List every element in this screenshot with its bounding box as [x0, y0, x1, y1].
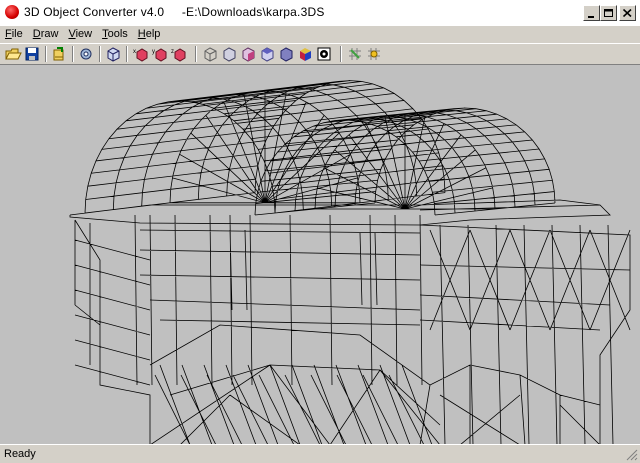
- toolbar-separator: [72, 46, 74, 62]
- import-button[interactable]: [51, 46, 68, 62]
- app-window: 3D Object Converter v4.0 -E:\Downloads\k…: [0, 0, 640, 463]
- save-disk-icon: [25, 47, 39, 61]
- grid-icon: [349, 48, 361, 60]
- title-bar[interactable]: 3D Object Converter v4.0 -E:\Downloads\k…: [0, 0, 640, 27]
- window-title: 3D Object Converter v4.0 -E:\Downloads\k…: [24, 5, 325, 19]
- menu-bar: File Draw View Tools Help: [0, 26, 640, 43]
- 3d-viewport[interactable]: [0, 64, 640, 444]
- top-view-icon: [261, 47, 274, 62]
- menu-tools[interactable]: Tools: [97, 26, 133, 43]
- shaded-view-button[interactable]: [297, 46, 314, 62]
- open-button[interactable]: [5, 46, 22, 62]
- texture-view-icon: [317, 47, 331, 61]
- save-button[interactable]: [24, 46, 41, 62]
- maximize-icon: [603, 8, 613, 17]
- menu-view[interactable]: View: [63, 26, 97, 43]
- minimize-button[interactable]: [583, 5, 600, 21]
- resize-grip-icon[interactable]: [626, 449, 638, 461]
- svg-text:z: z: [171, 49, 174, 55]
- toolbar-separator: [340, 46, 342, 62]
- wireframe-lines: [69, 80, 631, 444]
- side-view-button[interactable]: [240, 46, 257, 62]
- app-logo-icon[interactable]: [5, 5, 19, 19]
- menu-file[interactable]: File: [0, 26, 28, 43]
- settings-gear-icon: [80, 48, 92, 60]
- toolbar-separator: [99, 46, 101, 62]
- svg-text:y: y: [152, 49, 155, 55]
- toolbar-separator: [195, 46, 197, 62]
- status-text: Ready: [4, 448, 36, 460]
- menu-help[interactable]: Help: [133, 26, 166, 43]
- texture-view-button[interactable]: [316, 46, 333, 62]
- wireframe-model: [69, 80, 631, 444]
- select-cube-icon: [107, 47, 120, 62]
- front-view-button[interactable]: [221, 46, 238, 62]
- toolbar-separator: [126, 46, 128, 62]
- solid-view-icon: [280, 47, 293, 62]
- close-button[interactable]: [619, 5, 636, 21]
- import-icon: [53, 47, 64, 61]
- settings-button[interactable]: [78, 46, 95, 62]
- toolbar: x y z: [0, 43, 640, 65]
- shaded-view-icon: [300, 48, 311, 61]
- solid-view-button[interactable]: [278, 46, 295, 62]
- rotate-z-button[interactable]: z: [171, 46, 188, 62]
- minimize-icon: [588, 15, 594, 18]
- rotate-x-icon: x: [133, 48, 148, 62]
- light-icon: [368, 48, 380, 60]
- select-button[interactable]: [105, 46, 122, 62]
- front-view-icon: [223, 47, 236, 62]
- svg-text:x: x: [133, 49, 136, 55]
- wireframe-view-button[interactable]: [202, 46, 219, 62]
- rotate-y-icon: y: [152, 48, 167, 62]
- side-view-icon: [242, 47, 255, 62]
- maximize-button[interactable]: [600, 5, 617, 21]
- top-view-button[interactable]: [259, 46, 276, 62]
- grid-button[interactable]: [347, 46, 364, 62]
- wireframe-view-icon: [204, 47, 217, 62]
- close-icon: [623, 9, 632, 17]
- rotate-z-icon: z: [171, 48, 186, 62]
- rotate-y-button[interactable]: y: [152, 46, 169, 62]
- open-folder-icon: [5, 48, 22, 60]
- status-bar: Ready: [0, 444, 640, 463]
- light-button[interactable]: [366, 46, 383, 62]
- toolbar-separator: [45, 46, 47, 62]
- rotate-x-button[interactable]: x: [133, 46, 150, 62]
- menu-draw[interactable]: Draw: [28, 26, 64, 43]
